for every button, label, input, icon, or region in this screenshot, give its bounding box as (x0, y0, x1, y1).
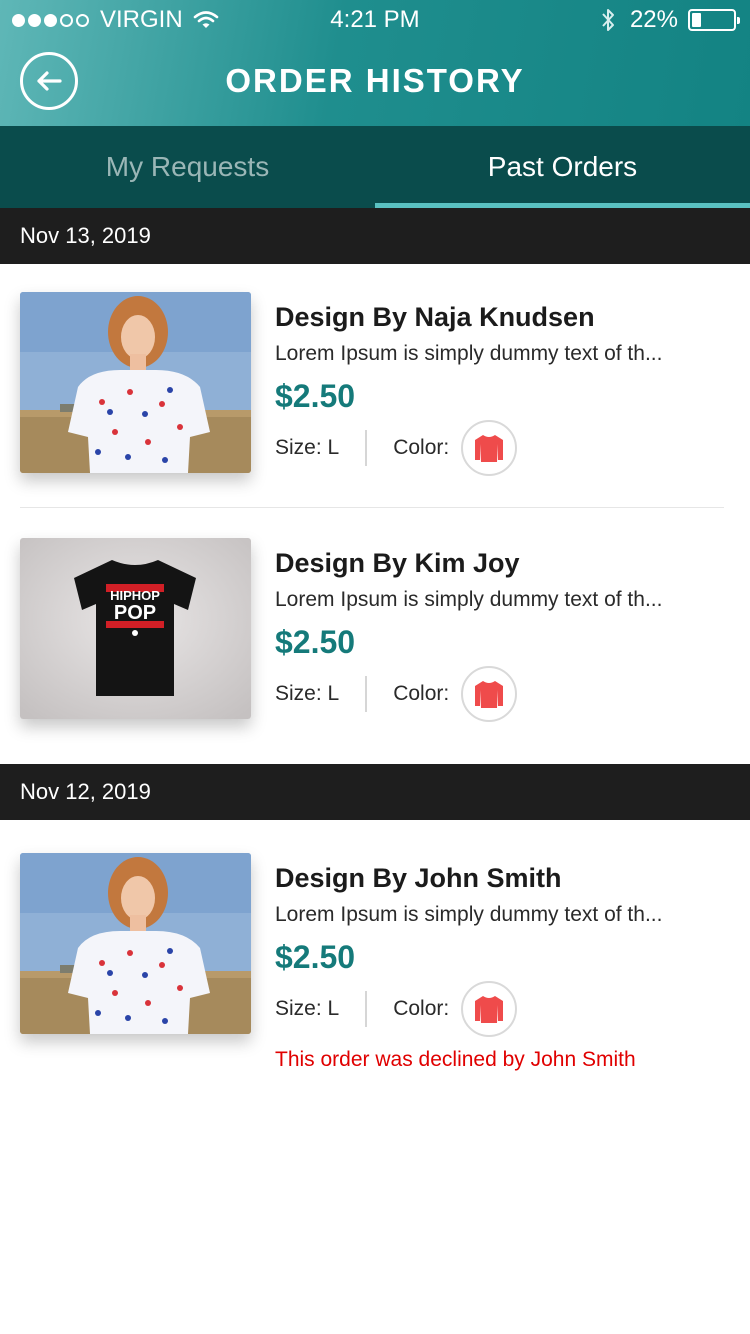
order-description: Lorem Ipsum is simply dummy text of th..… (275, 903, 663, 926)
size-label: Size: L (275, 997, 340, 1020)
sweater-icon (475, 435, 504, 462)
battery-icon (688, 9, 740, 31)
order-title: Design By Naja Knudsen (275, 302, 595, 332)
app-header: VIRGIN 4:21 PM 22% ORDER HISTORY (0, 0, 750, 126)
color-swatch (461, 420, 518, 476)
model-photo-icon (20, 292, 251, 473)
order-title: Design By Kim Joy (275, 548, 520, 578)
product-image: HIPHOP POP (20, 538, 251, 719)
order-price: $2.50 (275, 939, 356, 975)
meta-separator (365, 991, 368, 1027)
model-photo-icon (20, 853, 251, 1034)
order-meta: Size: L Color: (275, 981, 518, 1037)
meta-separator (365, 430, 368, 466)
page-title: ORDER HISTORY (225, 62, 525, 99)
tab-past-orders[interactable]: Past Orders (375, 126, 750, 208)
status-bar: VIRGIN 4:21 PM 22% (0, 0, 750, 40)
order-title: Design By John Smith (275, 863, 562, 893)
order-description: Lorem Ipsum is simply dummy text of th..… (275, 588, 663, 611)
order-item[interactable]: Design By John Smith Lorem Ipsum is simp… (0, 825, 750, 1071)
battery-fill (692, 13, 701, 27)
tshirt-photo-icon: HIPHOP POP (20, 538, 251, 719)
color-swatch (461, 666, 518, 722)
list-divider (20, 507, 724, 508)
bluetooth-icon (602, 9, 614, 31)
size-label: Size: L (275, 436, 340, 459)
status-right-group: 22% (600, 0, 740, 40)
order-meta: Size: L Color: (275, 420, 518, 476)
declined-status: This order was declined by John Smith (275, 1048, 636, 1071)
print-line-2: POP (114, 602, 156, 624)
color-label: Color: (393, 682, 450, 705)
tab-bar: My Requests Past Orders (0, 126, 750, 208)
battery-percent: 22% (629, 6, 678, 33)
sweater-icon (475, 681, 504, 708)
product-image (20, 292, 251, 473)
tab-label: Past Orders (487, 151, 638, 182)
size-label: Size: L (275, 682, 340, 705)
order-item[interactable]: HIPHOP POP Design By Kim Joy Lorem Ipsum… (0, 510, 750, 730)
order-meta: Size: L Color: (275, 666, 518, 722)
order-item[interactable]: Design By Naja Knudsen Lorem Ipsum is si… (0, 264, 750, 484)
order-price: $2.50 (275, 624, 356, 660)
color-label: Color: (393, 997, 450, 1020)
date-header: Nov 12, 2019 (0, 764, 750, 820)
meta-separator (365, 676, 368, 712)
order-price: $2.50 (275, 378, 356, 414)
tab-my-requests[interactable]: My Requests (0, 126, 375, 208)
color-label: Color: (393, 436, 450, 459)
order-description: Lorem Ipsum is simply dummy text of th..… (275, 342, 663, 365)
sweater-icon (475, 996, 504, 1023)
product-image (20, 853, 251, 1034)
color-swatch (461, 981, 518, 1037)
tab-label: My Requests (105, 151, 270, 182)
date-header: Nov 13, 2019 (0, 208, 750, 264)
print-line-1: HIPHOP (110, 588, 160, 603)
